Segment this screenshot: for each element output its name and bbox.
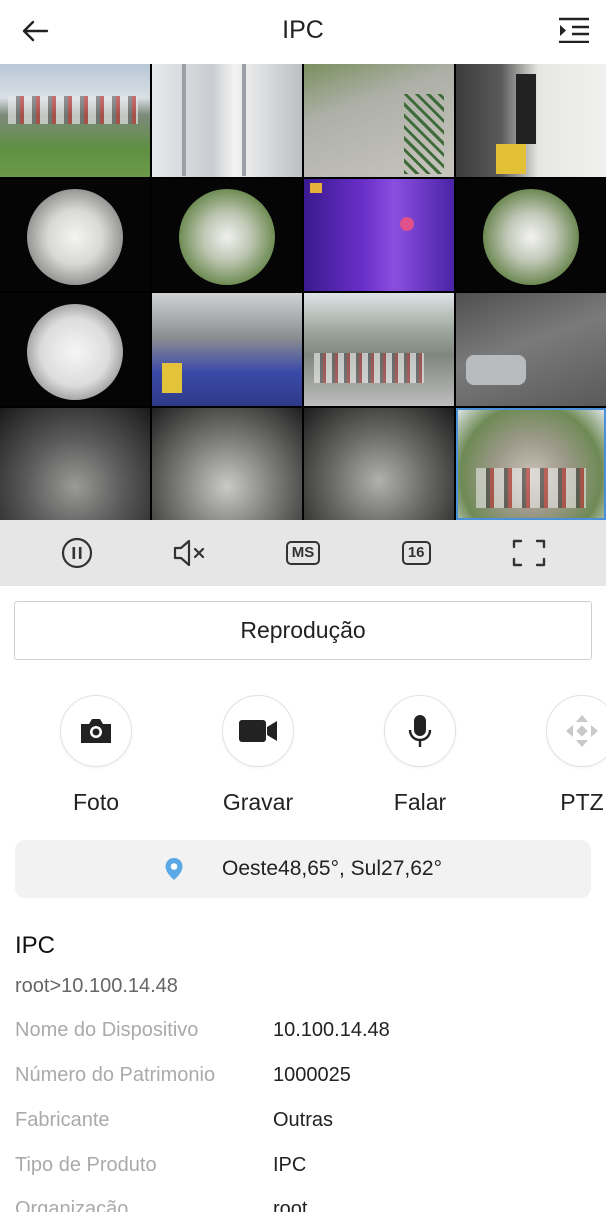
location-text: Oeste48,65°, Sul27,62° [222,857,442,880]
photo-action[interactable]: Foto [31,695,161,816]
camera-tile-9[interactable] [0,293,150,406]
camera-tile-3[interactable] [304,64,454,177]
camera-tile-7[interactable] [304,178,454,291]
camera-grid [0,64,606,520]
device-path: root>10.100.14.48 [15,975,178,997]
record-label: Gravar [222,789,294,815]
info-key: Número do Patrimonio [15,1064,216,1086]
stream-type-button[interactable]: MS [281,531,325,575]
camera-icon [60,695,132,767]
info-value: Outras [273,1109,334,1131]
camera-tile-13[interactable] [0,407,150,520]
info-row-device-name: Nome do Dispositivo 10.100.14.48 [15,1019,591,1049]
info-value: IPC [273,1154,307,1176]
info-value: 10.100.14.48 [273,1019,390,1041]
info-value: 1000025 [273,1064,351,1086]
info-row-organization: Organização root [15,1198,591,1212]
info-row-asset-number: Número do Patrimonio 1000025 [15,1064,591,1094]
camera-tile-14[interactable] [152,407,302,520]
info-key: Nome do Dispositivo [15,1019,199,1041]
camera-tile-5[interactable] [0,178,150,291]
split-count-label: 16 [401,541,431,565]
list-menu-icon[interactable] [556,14,592,46]
location-pin-icon [164,857,184,881]
speaker-muted-icon[interactable] [168,531,212,575]
talk-action[interactable]: Falar [355,695,485,816]
playback-button[interactable]: Reprodução [14,601,592,660]
info-key: Organização [15,1198,129,1212]
top-bar: IPC [0,0,606,64]
camera-tile-10[interactable] [152,293,302,406]
video-camera-icon [222,695,294,767]
split-screen-button[interactable]: 16 [394,531,438,575]
record-action[interactable]: Gravar [193,695,323,816]
camera-tile-16-selected[interactable] [456,407,606,520]
ptz-action[interactable]: PTZ [517,695,606,816]
camera-tile-12[interactable] [456,293,606,406]
talk-label: Falar [393,789,447,815]
stream-type-label: MS [285,541,321,565]
microphone-icon [384,695,456,767]
quick-actions: Foto Gravar Falar PTZ [0,695,606,825]
page-title: IPC [282,16,324,44]
location-bar[interactable]: Oeste48,65°, Sul27,62° [15,840,591,898]
ptz-label: PTZ [560,789,604,815]
fullscreen-icon[interactable] [507,531,551,575]
playback-toolbar: MS 16 [0,520,606,586]
camera-tile-11[interactable] [304,293,454,406]
camera-tile-4[interactable] [456,64,606,177]
photo-label: Foto [72,789,120,815]
camera-tile-15[interactable] [304,407,454,520]
camera-tile-2[interactable] [152,64,302,177]
info-key: Fabricante [15,1109,110,1131]
info-value: root [273,1198,308,1212]
info-key: Tipo de Produto [15,1154,157,1176]
camera-tile-1[interactable] [0,64,150,177]
info-row-product-type: Tipo de Produto IPC [15,1154,591,1184]
ptz-arrows-icon [546,695,606,767]
camera-tile-8[interactable] [456,178,606,291]
info-row-manufacturer: Fabricante Outras [15,1109,591,1139]
pause-circle-icon[interactable] [55,531,99,575]
camera-tile-6[interactable] [152,178,302,291]
device-title: IPC [15,932,56,959]
